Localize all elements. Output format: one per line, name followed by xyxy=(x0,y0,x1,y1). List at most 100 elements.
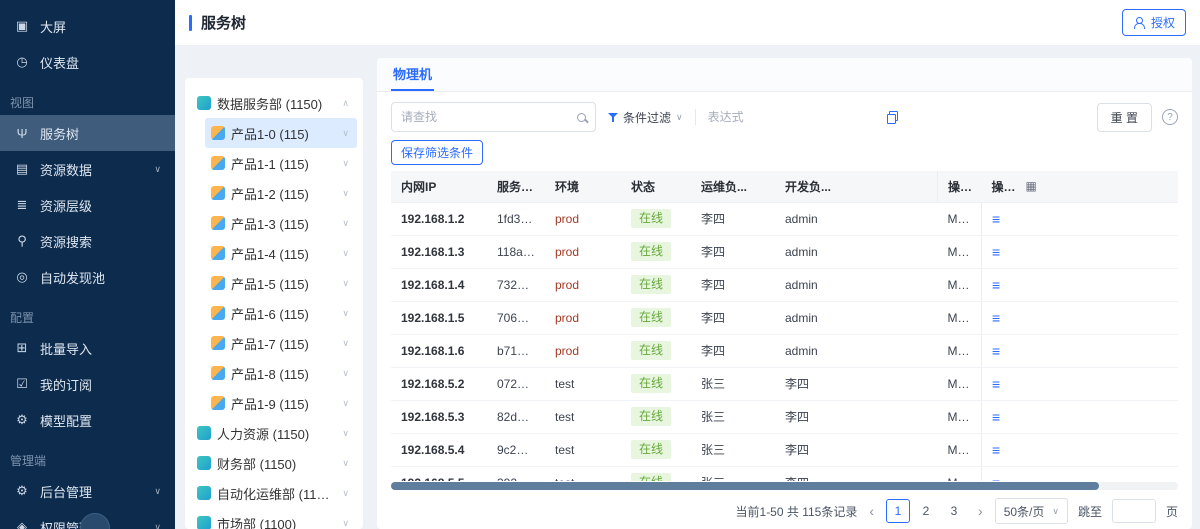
tree-node[interactable]: 产品1-9 (115) ∨ xyxy=(205,388,357,418)
page-button[interactable]: 3 xyxy=(942,499,966,523)
column-header-label: 运维负... xyxy=(701,180,747,194)
row-actions-icon[interactable]: ≡ xyxy=(992,244,1000,260)
sidebar-item-label: 模型配置 xyxy=(40,411,161,430)
chevron-right-icon[interactable]: › xyxy=(976,503,985,519)
sidebar-item[interactable]: ◷ 仪表盘 xyxy=(0,44,175,80)
cell-os-version: Microsoft Windows Server 2019 Stan... xyxy=(938,235,982,268)
status-badge: 在线 xyxy=(631,308,671,327)
tree-node[interactable]: 人力资源 (1150) ∨ xyxy=(191,418,357,448)
tree-node[interactable]: 产品1-8 (115) ∨ xyxy=(205,358,357,388)
chevron-down-icon: ∨ xyxy=(154,486,161,497)
sidebar-item[interactable]: ⚙ 模型配置 xyxy=(0,402,175,438)
page-size-select[interactable]: 50条/页 ∨ xyxy=(995,498,1068,524)
chevron-down-icon[interactable]: ∨ xyxy=(340,218,351,229)
chevron-down-icon[interactable]: ∨ xyxy=(340,188,351,199)
cell-dev-owner: admin xyxy=(775,235,938,268)
sidebar-item[interactable]: ⚲ 资源搜索 xyxy=(0,223,175,259)
chevron-down-icon[interactable]: ∨ xyxy=(340,458,351,469)
row-actions-icon[interactable]: ≡ xyxy=(992,442,1000,458)
help-icon[interactable]: ? xyxy=(1162,109,1178,125)
sidebar-item-label: 资源数据 xyxy=(40,160,144,179)
sidebar-item[interactable]: ☑ 我的订阅 xyxy=(0,366,175,402)
tree-node[interactable]: 财务部 (1150) ∨ xyxy=(191,448,357,478)
chevron-down-icon[interactable]: ∨ xyxy=(340,518,351,529)
row-actions-icon[interactable]: ≡ xyxy=(992,376,1000,392)
chevron-down-icon[interactable]: ∨ xyxy=(340,278,351,289)
row-actions-icon[interactable]: ≡ xyxy=(992,310,1000,326)
expression-box xyxy=(708,110,898,124)
service-tree-panel: 数据服务部 (1150) ∧ 产品1-0 (115) ∨ 产品1-1 (115)… xyxy=(185,78,363,529)
status-badge: 在线 xyxy=(631,275,671,294)
chevron-down-icon[interactable]: ∨ xyxy=(340,128,351,139)
tree-node[interactable]: 产品1-2 (115) ∨ xyxy=(205,178,357,208)
sidebar-item[interactable]: ▣ 大屏 xyxy=(0,8,175,44)
expression-input[interactable] xyxy=(708,110,879,124)
column-header: 状态 xyxy=(621,171,691,202)
chevron-down-icon[interactable]: ∨ xyxy=(340,428,351,439)
tree-node[interactable]: 产品1-1 (115) ∨ xyxy=(205,148,357,178)
row-actions-icon[interactable]: ≡ xyxy=(992,409,1000,425)
sidebar-item[interactable]: ≣ 资源层级 xyxy=(0,187,175,223)
search-icon xyxy=(577,113,586,122)
sidebar-item[interactable]: ⊞ 批量导入 xyxy=(0,330,175,366)
column-header-label: 内网IP xyxy=(401,180,436,194)
row-actions-icon[interactable]: ≡ xyxy=(992,211,1000,227)
tree-node[interactable]: 数据服务部 (1150) ∧ xyxy=(191,88,357,118)
chevron-down-icon: ∨ xyxy=(1052,506,1059,517)
sidebar-item[interactable]: ⚙ 后台管理 ∨ xyxy=(0,473,175,509)
condition-filter-label: 条件过滤 xyxy=(623,109,671,126)
cell-ops-owner: 李四 xyxy=(691,268,775,301)
tab-physical-machines[interactable]: 物理机 xyxy=(391,58,434,91)
tree-node[interactable]: 产品1-6 (115) ∨ xyxy=(205,298,357,328)
tree-node[interactable]: 产品1-0 (115) ∨ xyxy=(205,118,357,148)
row-actions-icon[interactable]: ≡ xyxy=(992,277,1000,293)
page-button[interactable]: 2 xyxy=(914,499,938,523)
sidebar-item[interactable]: ◎ 自动发现池 xyxy=(0,259,175,295)
chevron-down-icon[interactable]: ∨ xyxy=(340,158,351,169)
chevron-down-icon: ∨ xyxy=(676,112,683,123)
tree-node[interactable]: 市场部 (1100) ∨ xyxy=(191,508,357,529)
save-filter-button[interactable]: 保存筛选条件 xyxy=(391,140,483,165)
horizontal-scrollbar-thumb[interactable] xyxy=(391,482,1099,490)
jump-page-input[interactable] xyxy=(1112,499,1156,523)
page-button[interactable]: 1 xyxy=(886,499,910,523)
chevron-left-icon[interactable]: ‹ xyxy=(867,503,876,519)
sidebar-item-label: 大屏 xyxy=(40,17,161,36)
sidebar-item[interactable]: ▤ 资源数据 ∨ xyxy=(0,151,175,187)
chevron-down-icon: ∨ xyxy=(154,164,161,175)
authorize-button[interactable]: 授权 xyxy=(1122,9,1186,36)
grid-icon[interactable]: ▦ xyxy=(1026,179,1037,193)
product-icon xyxy=(211,276,225,290)
chevron-up-icon[interactable]: ∧ xyxy=(340,98,351,109)
tree-node[interactable]: 产品1-5 (115) ∨ xyxy=(205,268,357,298)
chevron-down-icon[interactable]: ∨ xyxy=(340,398,351,409)
cell-environment: prod xyxy=(555,212,579,226)
tree-node[interactable]: 产品1-7 (115) ∨ xyxy=(205,328,357,358)
cell-internal-ip: 192.168.5.5 xyxy=(391,466,487,481)
chevron-down-icon[interactable]: ∨ xyxy=(340,338,351,349)
condition-filter-dropdown[interactable]: 条件过滤 ∨ xyxy=(608,109,683,126)
column-header-label: 操作 xyxy=(992,180,1016,194)
chevron-down-icon[interactable]: ∨ xyxy=(340,368,351,379)
tree-node[interactable]: 产品1-3 (115) ∨ xyxy=(205,208,357,238)
tree-node[interactable]: 自动化运维部 (1150) ∨ xyxy=(191,478,357,508)
copy-icon[interactable] xyxy=(887,111,898,124)
cell-ops-owner: 张三 xyxy=(691,367,775,400)
sidebar-item-label: 自动发现池 xyxy=(40,268,161,287)
column-header: ▦ xyxy=(1016,171,1179,202)
tree-node[interactable]: 产品1-4 (115) ∨ xyxy=(205,238,357,268)
chevron-down-icon[interactable]: ∨ xyxy=(340,488,351,499)
search-input[interactable] xyxy=(401,110,571,124)
chevron-down-icon: ∨ xyxy=(154,522,161,529)
filter-toolbar: 条件过滤 ∨ 重 置 ? xyxy=(377,92,1192,132)
row-actions-icon[interactable]: ≡ xyxy=(992,343,1000,359)
table-row: 192.168.5.3 82de9381... test 在线 张三 李四 Mi… xyxy=(391,400,1178,433)
reset-button[interactable]: 重 置 xyxy=(1097,103,1152,132)
sidebar-item[interactable]: Ψ 服务树 xyxy=(0,115,175,151)
chevron-down-icon[interactable]: ∨ xyxy=(340,308,351,319)
column-header: 开发负... xyxy=(775,171,938,202)
chevron-down-icon[interactable]: ∨ xyxy=(340,248,351,259)
status-badge: 在线 xyxy=(631,374,671,393)
row-actions-icon[interactable]: ≡ xyxy=(992,475,1000,482)
tree-node-label: 产品1-1 (115) xyxy=(231,154,334,173)
